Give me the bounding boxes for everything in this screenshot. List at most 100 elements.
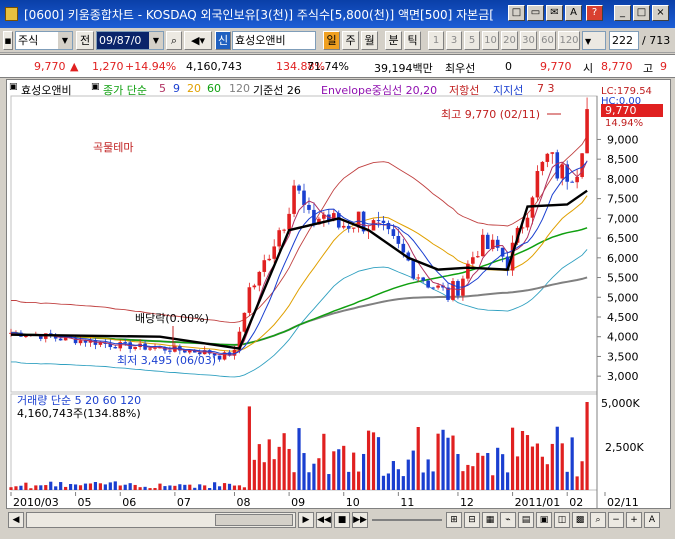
period-minute[interactable]: 분 — [385, 31, 402, 50]
volume-bar — [183, 484, 187, 490]
candle-body — [525, 217, 530, 228]
volume-bar — [481, 455, 485, 490]
maximize-button[interactable]: □ — [633, 5, 650, 21]
type-select-value: 주식 — [18, 34, 39, 47]
candle-body — [456, 281, 460, 296]
type-select[interactable]: 주식 ▼ — [15, 31, 73, 50]
tool-icon-8[interactable]: ▩ — [572, 512, 588, 528]
scroll-thumb[interactable] — [215, 514, 293, 526]
volume-bar — [133, 484, 137, 490]
date-input[interactable]: 09/87/0 ▼ — [96, 31, 164, 50]
volume-bar — [103, 484, 107, 490]
candle-body — [426, 280, 430, 288]
volume-bar — [540, 456, 544, 490]
up-arrow-icon: ▲ — [70, 60, 79, 73]
interval-3[interactable]: 3 — [446, 31, 462, 50]
volume-legend: 거래량 단순 5 20 60 120 — [17, 394, 141, 407]
interval-120[interactable]: 120 — [558, 31, 580, 50]
zoom-in-icon[interactable]: + — [626, 512, 642, 528]
window-tool-1[interactable]: □ — [508, 5, 525, 21]
price-chart-svg[interactable]: 9,000 8,500 8,000 7,500 7,000 6,500 6,000 5,500… — [7, 80, 670, 508]
date-axis-label: 12 — [460, 496, 474, 508]
volume-bar — [287, 448, 291, 490]
volume-bar — [307, 472, 311, 490]
window-tool-2[interactable]: ▭ — [527, 5, 544, 21]
period-tick[interactable]: 틱 — [404, 31, 421, 50]
candle-body — [257, 271, 262, 286]
close-button[interactable]: × — [652, 5, 669, 21]
interval-1[interactable]: 1 — [428, 31, 444, 50]
volume-bar — [545, 464, 549, 490]
candle-body — [376, 220, 381, 222]
stop-icon[interactable]: ■ — [334, 512, 350, 528]
period-month[interactable]: 월 — [361, 31, 378, 50]
zoom-out-icon[interactable]: − — [608, 512, 624, 528]
prev-button[interactable]: 전 — [76, 31, 94, 50]
price-axis-label: 5,000 — [607, 291, 639, 304]
horizontal-scrollbar[interactable] — [26, 512, 296, 528]
interval-5[interactable]: 5 — [464, 31, 480, 50]
tool-icon-7[interactable]: ◫ — [554, 512, 570, 528]
help-button[interactable]: ? — [586, 5, 603, 21]
fast-forward-icon[interactable]: ▶▶ — [352, 512, 368, 528]
minimize-button[interactable]: _ — [614, 5, 631, 21]
volume-bar — [19, 485, 23, 490]
volume-bar — [530, 446, 535, 490]
candle-body — [24, 336, 28, 338]
interval-dropdown[interactable]: ▼ — [582, 31, 606, 50]
volume-bar — [520, 430, 525, 490]
volume-bar — [193, 487, 197, 490]
tool-icon-5[interactable]: ▤ — [518, 512, 534, 528]
volume-bar — [337, 449, 341, 490]
scroll-left-icon[interactable]: ◀ — [8, 512, 24, 528]
interval-60[interactable]: 60 — [539, 31, 556, 50]
volume-bar — [68, 484, 73, 490]
volume-bar — [148, 488, 152, 490]
volume-bar — [208, 488, 212, 490]
volume-bar — [585, 402, 589, 490]
candle-body — [277, 230, 281, 247]
zoom-slider[interactable] — [372, 519, 442, 521]
font-size-icon[interactable]: A — [644, 512, 660, 528]
candle-body — [401, 243, 406, 253]
volume-bar — [436, 433, 440, 490]
window-tool-3[interactable]: ✉ — [546, 5, 563, 21]
tool-icon-3[interactable]: ▦ — [482, 512, 498, 528]
chevron-down-icon: ▼ — [585, 37, 592, 46]
quote-bar: 9,770 ▲ 1,270 +14.94% 4,160,743 134.88% … — [0, 54, 675, 78]
tool-icon-6[interactable]: ▣ — [536, 512, 552, 528]
scroll-right-icon[interactable]: ▶ — [298, 512, 314, 528]
magnify-icon[interactable]: ⌕ — [590, 512, 606, 528]
interval-20[interactable]: 20 — [501, 31, 518, 50]
volume-bar — [461, 471, 465, 490]
period-week[interactable]: 주 — [342, 31, 359, 50]
stock-name-input[interactable]: 효성오앤비 — [232, 31, 316, 50]
tool-icon-2[interactable]: ⊟ — [464, 512, 480, 528]
volume-bar — [88, 483, 93, 490]
window-title: [0600] 키움종합차트 - KOSDAQ 외국인보유[3(천)] 주식수[5… — [24, 8, 494, 22]
volume-bar — [282, 433, 286, 490]
pin-icon[interactable]: ▪ — [3, 31, 13, 50]
search-icon[interactable]: ⌕ — [166, 31, 182, 50]
volume-bar — [525, 435, 530, 490]
count-input[interactable]: 222 — [609, 31, 639, 50]
volume-bar — [59, 482, 63, 490]
new-button[interactable]: 신 — [215, 31, 231, 50]
rewind-icon[interactable]: ◀◀ — [316, 512, 332, 528]
volume-bar — [198, 484, 202, 490]
candle-body — [78, 340, 83, 344]
window-tool-4[interactable]: A — [565, 5, 582, 21]
volume-bar — [506, 472, 510, 490]
period-day[interactable]: 일 — [323, 31, 340, 50]
chart-panel[interactable]: ▣ 효성오앤비 ▣ 종가 단순 5 9 20 60 120 기준선 26 Env… — [6, 79, 671, 509]
volume-bar — [322, 433, 326, 490]
candle-body — [187, 350, 192, 353]
interval-30[interactable]: 30 — [520, 31, 537, 50]
candle-body — [153, 347, 157, 349]
speaker-icon[interactable]: ◀▾ — [184, 31, 212, 50]
volume-bar — [297, 428, 301, 490]
interval-10[interactable]: 10 — [482, 31, 499, 50]
tool-icon-4[interactable]: ⌁ — [500, 512, 516, 528]
tool-icon-1[interactable]: ⊞ — [446, 512, 462, 528]
volume-bar — [292, 472, 296, 490]
